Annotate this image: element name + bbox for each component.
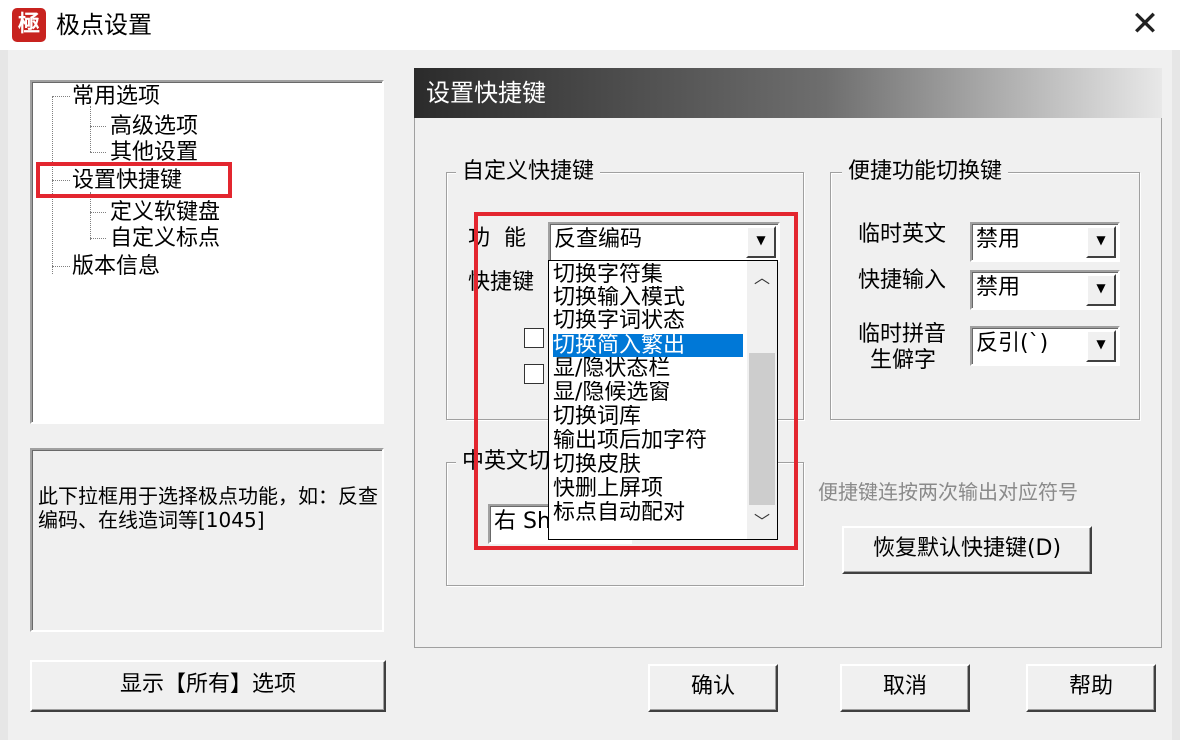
tree-item-custom-punctuation[interactable]: 自定义标点 (110, 226, 220, 252)
ok-button[interactable]: 确认 (648, 664, 778, 712)
settings-tree[interactable]: 常用选项 高级选项 其他设置 设置快捷键 定义软键盘 自定义标点 版本信息 (30, 80, 384, 424)
panel-header: 设置快捷键 (414, 68, 1162, 118)
tree-connector (90, 106, 91, 152)
temp-pinyin-label: 临时拼音 (858, 322, 947, 347)
tree-connector (90, 192, 91, 240)
description-box: 此下拉框用于选择极点功能，如：反查编码、在线造词等[1045] (30, 448, 384, 632)
tree-item-version-info[interactable]: 版本信息 (72, 254, 160, 280)
tree-item-soft-keyboard[interactable]: 定义软键盘 (110, 200, 220, 226)
temp-pinyin-value: 反引(`) (976, 331, 1049, 356)
temp-pinyin-select[interactable]: 反引(`) ▼ (970, 326, 1120, 366)
window-frame-left (0, 50, 8, 740)
show-all-options-button[interactable]: 显示【所有】选项 (30, 660, 386, 712)
quick-input-value: 禁用 (976, 275, 1021, 300)
tree-connector (90, 152, 106, 153)
rare-char-label: 生僻字 (870, 348, 937, 373)
tree-connector (90, 212, 106, 213)
dropdown-highlight-box (474, 212, 798, 550)
tree-connector (90, 126, 106, 127)
double-press-hint: 便捷键连按两次输出对应符号 (818, 480, 1078, 504)
tree-connector (52, 96, 70, 97)
custom-shortcut-group-title: 自定义快捷键 (456, 159, 601, 185)
temp-english-value: 禁用 (976, 227, 1021, 252)
cancel-button[interactable]: 取消 (840, 664, 970, 712)
temp-english-label: 临时英文 (858, 222, 947, 247)
quick-switch-group-title: 便捷功能切换键 (842, 159, 1009, 185)
quick-input-select[interactable]: 禁用 ▼ (970, 270, 1120, 310)
temp-english-select[interactable]: 禁用 ▼ (970, 222, 1120, 262)
chevron-down-icon[interactable]: ▼ (1086, 226, 1116, 258)
chevron-down-icon[interactable]: ▼ (1086, 330, 1116, 362)
help-button[interactable]: 帮助 (1026, 664, 1156, 712)
quick-input-label: 快捷输入 (858, 268, 947, 293)
close-icon[interactable]: ✕ (1128, 6, 1162, 44)
description-text: 此下拉框用于选择极点功能，如：反查编码、在线造词等[1045] (38, 484, 378, 532)
tree-item-advanced-options[interactable]: 高级选项 (110, 114, 198, 140)
tree-selection-highlight (36, 162, 232, 198)
title-bar (0, 0, 1180, 50)
window-title: 极点设置 (56, 11, 152, 39)
window-frame-right (1172, 50, 1180, 740)
restore-defaults-button[interactable]: 恢复默认快捷键(D) (842, 526, 1092, 574)
tree-connector (90, 238, 106, 239)
app-logo-icon: 極 (12, 8, 46, 42)
tree-connector (52, 266, 70, 267)
tree-item-common-options[interactable]: 常用选项 (72, 84, 160, 110)
chevron-down-icon[interactable]: ▼ (1086, 274, 1116, 306)
